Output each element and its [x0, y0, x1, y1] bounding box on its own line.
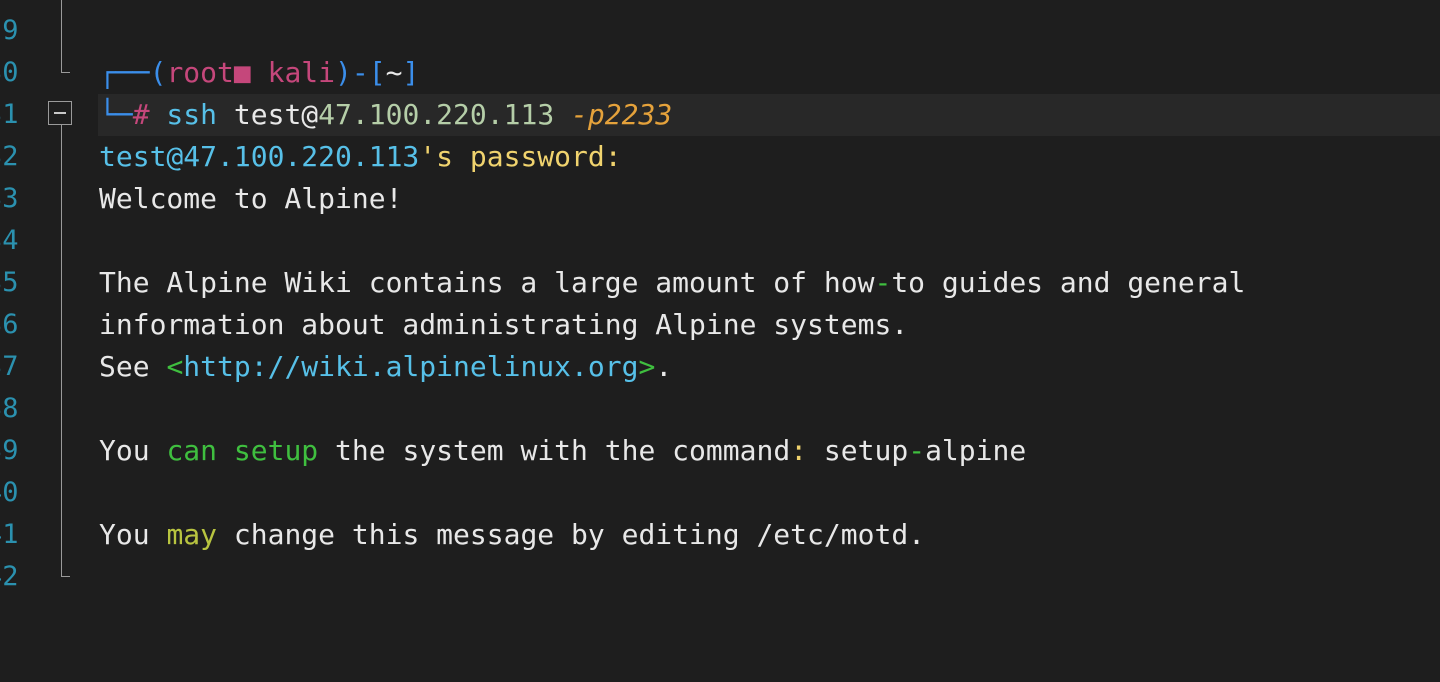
editor-line[interactable]: 34 [0, 220, 1440, 262]
line-number: 40 [0, 477, 19, 508]
line-number: 42 [0, 561, 19, 592]
info-text: information about administrating Alpine … [99, 308, 909, 341]
line-number: 38 [0, 393, 19, 424]
wiki-text: The Alpine Wiki contains a large amount … [99, 262, 1245, 304]
setup-command-dash: - [908, 434, 926, 467]
collapse-icon[interactable] [48, 101, 72, 125]
line-number: 39 [0, 435, 19, 466]
keyword-may: may [166, 518, 218, 551]
password-prompt-label: 's password: [419, 140, 622, 173]
line-number: 37 [0, 351, 19, 382]
setup-command-part: alpine [925, 434, 1027, 467]
line-number: 30 [0, 57, 19, 88]
link-bracket: > [638, 350, 656, 383]
prompt-bracket: )-[ [335, 56, 386, 89]
prompt-host: kali [250, 56, 336, 89]
line-number: 41 [0, 519, 19, 550]
skull-icon: ■ [233, 56, 251, 89]
wiki-text-dash: - [874, 266, 892, 299]
editor-line[interactable]: 39 You can setup the system with the com… [0, 430, 1440, 472]
prompt-user: root [166, 56, 234, 89]
prompt-command: └─# ssh test@47.100.220.113 -p2233 [99, 94, 672, 136]
period: . [655, 350, 673, 383]
editor-line[interactable]: 42 [0, 556, 1440, 598]
line-number: 33 [0, 183, 19, 214]
line-number: 35 [0, 267, 19, 298]
prompt-bracket-end: ] [402, 56, 420, 89]
fold-guide [61, 0, 62, 72]
motd-text-part: You [99, 518, 167, 551]
editor-line[interactable]: 30 ┌──(root■ kali)-[~] [0, 52, 1440, 94]
setup-command-part: setup [807, 434, 909, 467]
see-label: See [99, 350, 167, 383]
wiki-text-part: The Alpine Wiki contains a large amount … [99, 266, 875, 299]
editor-line[interactable]: 41 You may change this message by editin… [0, 514, 1440, 556]
keyword-setup: setup [217, 434, 319, 467]
setup-text-part: You [99, 434, 167, 467]
link-bracket: < [166, 350, 184, 383]
wiki-url-link[interactable]: http://wiki.alpinelinux.org [183, 350, 638, 383]
wiki-text-part: to guides and general [891, 266, 1246, 299]
line-number: 29 [0, 15, 19, 46]
see-link-text: See <http://wiki.alpinelinux.org>. [99, 346, 672, 388]
editor-line[interactable]: 38 [0, 388, 1440, 430]
editor-line[interactable]: 36 information about administrating Alpi… [0, 304, 1440, 346]
prompt-hash: # [132, 98, 150, 131]
editor-line[interactable]: 40 [0, 472, 1440, 514]
prompt-path: ~ [385, 56, 403, 89]
editor-line[interactable]: 33 Welcome to Alpine! [0, 178, 1440, 220]
fold-guide-end [61, 72, 70, 73]
prompt-header: ┌──(root■ kali)-[~] [99, 52, 419, 94]
colon: : [790, 434, 808, 467]
command-user: test@ [217, 98, 319, 131]
welcome-text: Welcome to Alpine! [99, 182, 403, 215]
command-ip: 47.100.220.113 [318, 98, 555, 131]
setup-text: You can setup the system with the comman… [99, 430, 1026, 472]
line-number: 34 [0, 225, 19, 256]
editor[interactable]: 29 30 ┌──(root■ kali)-[~] 31 └─# ssh tes… [0, 0, 1440, 593]
editor-line[interactable]: 32 test@47.100.220.113's password: [0, 136, 1440, 178]
editor-line-current[interactable]: 31 └─# ssh test@47.100.220.113 -p2233 [0, 94, 1440, 136]
prompt-box-top: ┌──( [99, 56, 167, 89]
fold-guide-end [61, 576, 70, 577]
editor-line[interactable]: 37 See <http://wiki.alpinelinux.org>. [0, 346, 1440, 388]
setup-text-part: the system with the command [318, 434, 791, 467]
line-number: 31 [0, 99, 19, 130]
command-name: ssh [149, 98, 218, 131]
line-number: 32 [0, 141, 19, 172]
keyword-can: can [166, 434, 218, 467]
password-prompt-host: test@47.100.220.113 [99, 140, 420, 173]
fold-guide [61, 125, 62, 576]
command-flag: -p2233 [554, 98, 673, 131]
password-prompt: test@47.100.220.113's password: [99, 136, 622, 178]
motd-text-part: change this message by editing /etc/motd… [217, 518, 926, 551]
motd-text: You may change this message by editing /… [99, 514, 925, 556]
line-number: 36 [0, 309, 19, 340]
editor-line[interactable]: 29 [0, 10, 1440, 52]
prompt-box-bottom: └─ [99, 98, 133, 131]
editor-line[interactable]: 35 The Alpine Wiki contains a large amou… [0, 262, 1440, 304]
